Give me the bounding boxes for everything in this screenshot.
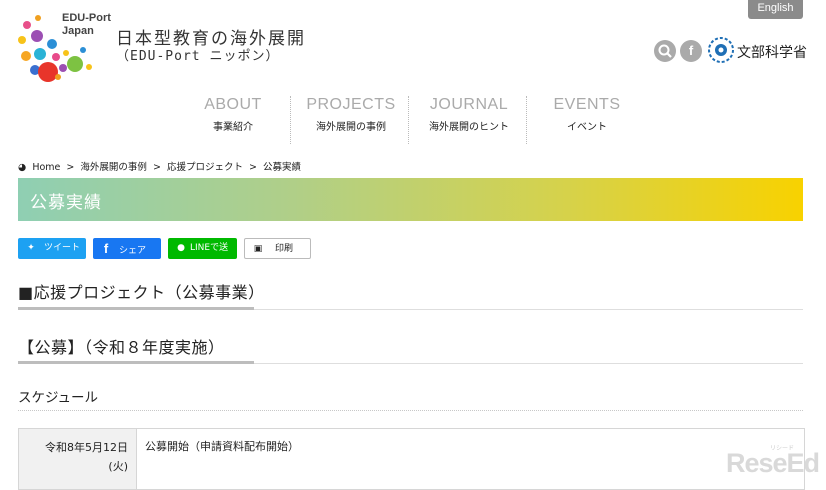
- breadcrumb-separator: >: [152, 162, 161, 173]
- breadcrumb: ◕ Home > 海外展開の事例 > 応援プロジェクト > 公募実績: [18, 159, 304, 173]
- nav-label-jp: 海外展開のヒント: [429, 122, 509, 133]
- heading-rule: [254, 309, 803, 310]
- heading-underline: [18, 307, 254, 310]
- nav-label-en: ABOUT: [204, 96, 262, 113]
- facebook-share-label: シェア: [119, 246, 147, 256]
- nav-label-jp: 海外展開の事例: [316, 122, 386, 133]
- nav-item-projects[interactable]: PROJECTS 海外展開の事例: [292, 96, 410, 133]
- print-label: 印刷: [275, 244, 294, 254]
- breadcrumb-item[interactable]: 応援プロジェクト: [167, 162, 243, 173]
- nav-item-events[interactable]: EVENTS イベント: [528, 96, 646, 133]
- nav-divider: [526, 96, 527, 144]
- schedule-heading: スケジュール: [18, 390, 99, 406]
- page-title-banner: 公募実績: [18, 178, 803, 221]
- line-share-button[interactable]: ● LINEで送る: [168, 238, 237, 274]
- nav-item-about[interactable]: ABOUT 事業紹介: [174, 96, 292, 133]
- page-title: 公募実績: [30, 193, 102, 213]
- english-language-button[interactable]: English: [748, 0, 803, 19]
- search-icon[interactable]: [654, 40, 676, 62]
- nav-label-jp: 事業紹介: [213, 122, 253, 133]
- nav-label-en: JOURNAL: [429, 96, 509, 113]
- print-button[interactable]: ▣ 印刷: [244, 238, 311, 259]
- schedule-date-cell: 令和8年5月12日 (火): [19, 429, 137, 489]
- breadcrumb-separator: >: [249, 162, 257, 173]
- twitter-icon: ✦: [27, 243, 35, 253]
- nav-label-en: EVENTS: [553, 96, 621, 113]
- breadcrumb-current: 公募実績: [263, 162, 302, 173]
- main-nav: ABOUT 事業紹介 PROJECTS 海外展開の事例 JOURNAL 海外展開…: [0, 96, 826, 146]
- tweet-button[interactable]: ✦ ツイート: [18, 238, 86, 259]
- schedule-date: 令和8年5月12日: [45, 441, 128, 454]
- nav-label-jp: イベント: [567, 122, 607, 133]
- section-heading: ■応援プロジェクト（公募事業）: [18, 283, 265, 302]
- schedule-description: 公募開始（申請資料配布開始）: [145, 440, 299, 453]
- nav-item-journal[interactable]: JOURNAL 海外展開のヒント: [410, 96, 528, 133]
- printer-icon: ▣: [253, 244, 263, 254]
- breadcrumb-item[interactable]: 海外展開の事例: [80, 162, 147, 173]
- heading-underline: [18, 361, 254, 364]
- breadcrumb-separator: >: [66, 162, 75, 173]
- nav-label-en: PROJECTS: [306, 96, 396, 113]
- watermark-logo: ReseEd: [726, 448, 820, 478]
- subsection-heading: 【公募】（令和８年度実施）: [18, 338, 225, 357]
- schedule-weekday: (火): [108, 460, 128, 473]
- dotted-divider: [18, 410, 803, 411]
- mext-logo-icon[interactable]: [707, 36, 735, 64]
- line-icon: ●: [177, 243, 185, 253]
- facebook-icon: f: [103, 241, 109, 256]
- facebook-icon[interactable]: f: [680, 40, 702, 62]
- site-subtitle: （EDU-Port ニッポン）: [116, 49, 280, 64]
- tweet-label: ツイート: [44, 243, 81, 253]
- facebook-share-button[interactable]: f シェア: [93, 238, 161, 259]
- breadcrumb-home[interactable]: Home: [32, 162, 60, 173]
- nav-divider: [408, 96, 409, 144]
- globe-icon: ◕: [18, 162, 27, 173]
- ministry-name[interactable]: 文部科学省: [737, 42, 807, 62]
- schedule-table: 令和8年5月12日 (火) 公募開始（申請資料配布開始）: [18, 428, 805, 490]
- nav-divider: [290, 96, 291, 144]
- logo-text: EDU-Port Japan: [62, 12, 111, 37]
- heading-rule: [254, 363, 803, 364]
